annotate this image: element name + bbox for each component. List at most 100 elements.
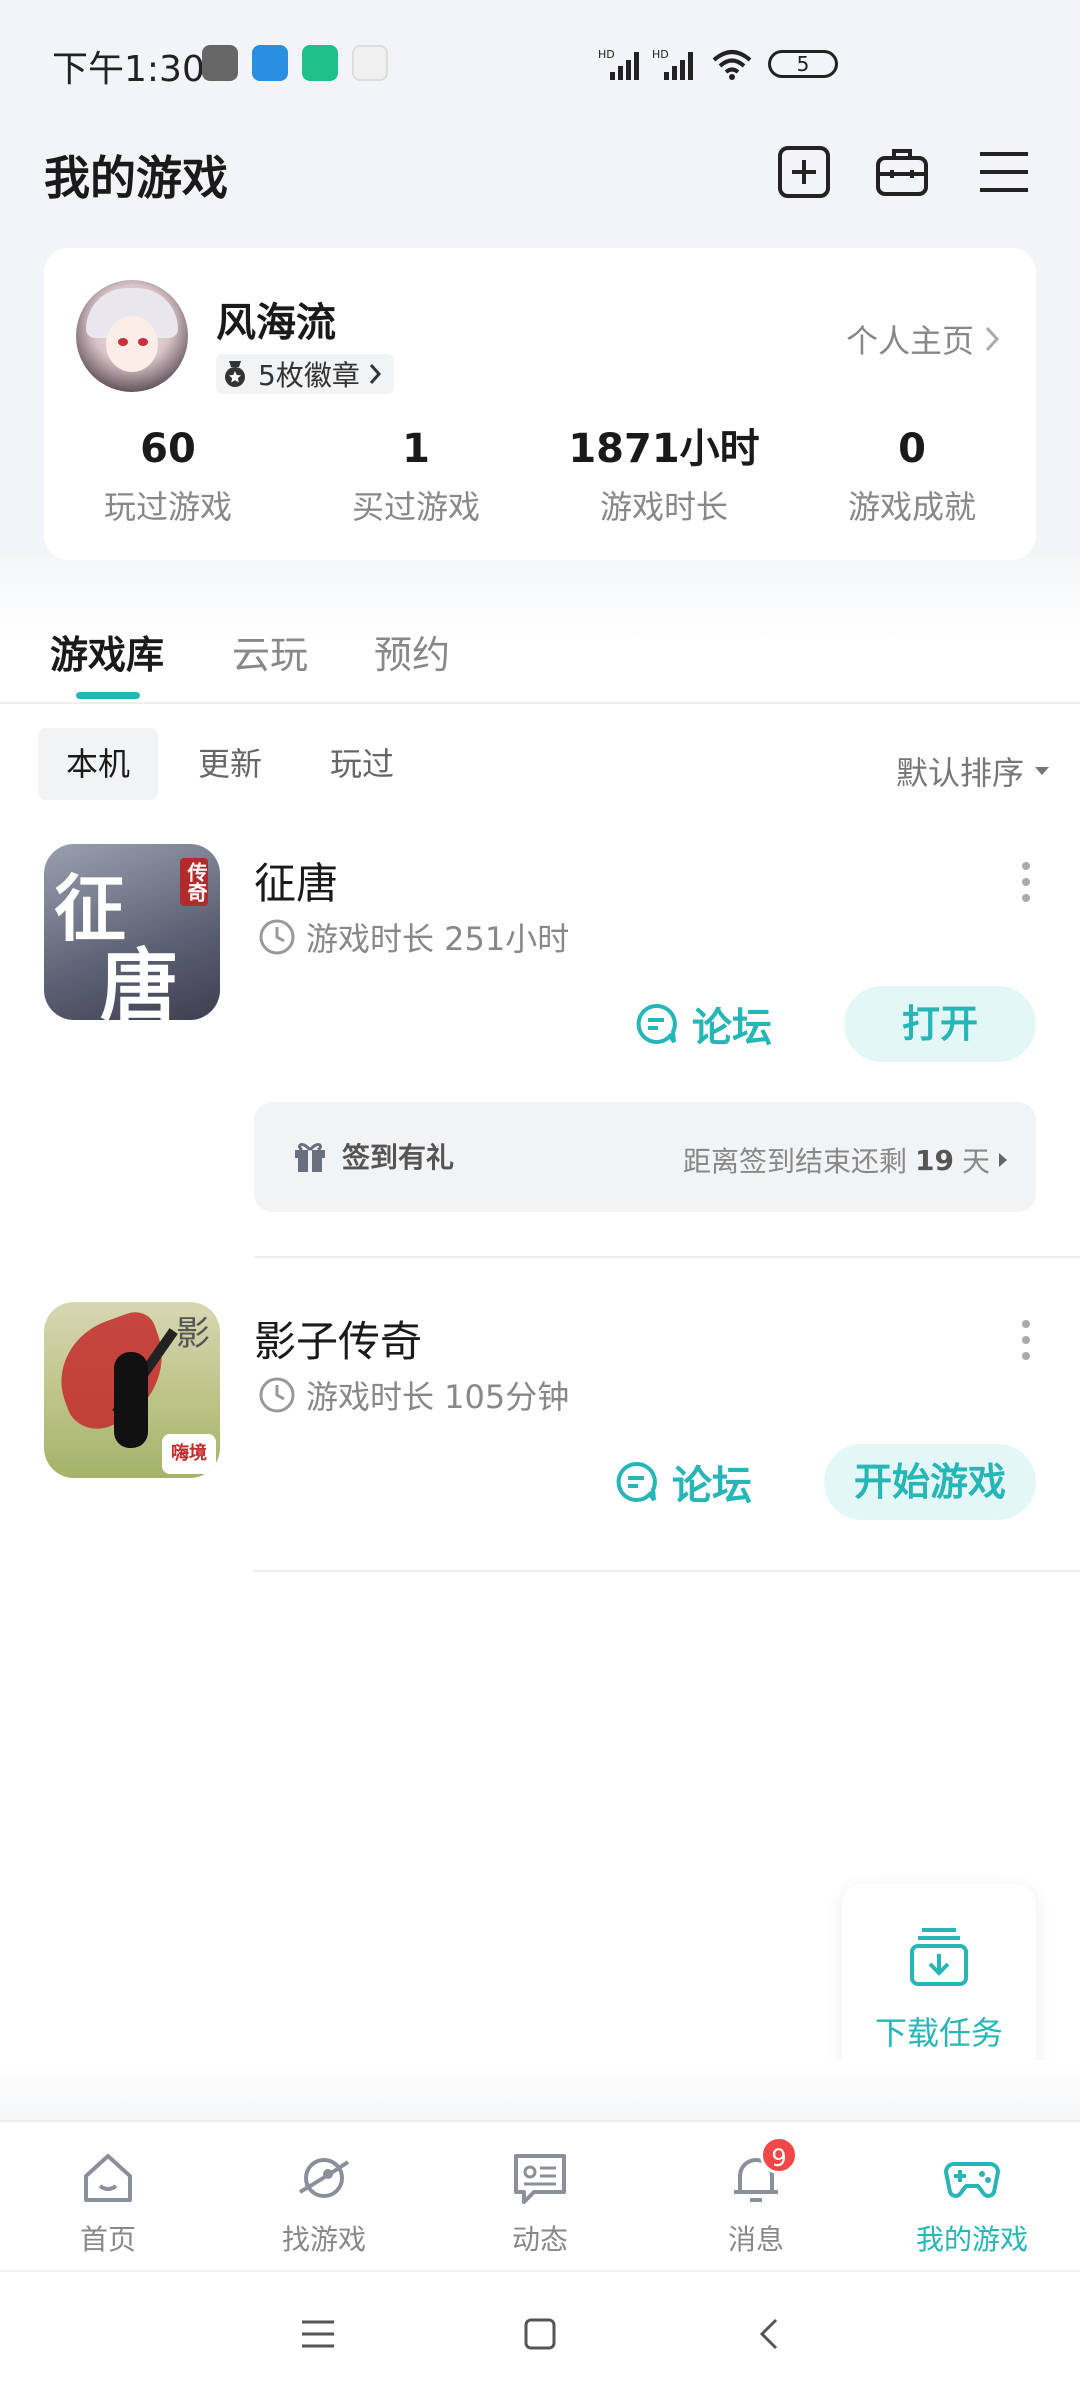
add-game-icon[interactable] <box>776 144 832 200</box>
signin-label-group: 签到有礼 <box>292 1136 454 1176</box>
gamepad-icon <box>944 2162 1000 2198</box>
forum-label: 论坛 <box>692 1005 772 1051</box>
menu-icon[interactable] <box>976 144 1032 200</box>
nav-shadow <box>0 2060 1080 2120</box>
username: 风海流 <box>216 300 336 346</box>
stat-play-time[interactable]: 1871小时 游戏时长 <box>540 424 788 534</box>
signin-label: 签到有礼 <box>342 1141 455 1174</box>
game-playtime: 游戏时长 105分钟 <box>258 1372 569 1418</box>
forum-label: 论坛 <box>672 1463 752 1509</box>
profile-stats: 60 玩过游戏 1 买过游戏 1871小时 游戏时长 0 游戏成就 <box>44 424 1036 534</box>
profile-page-link[interactable]: 个人主页 <box>846 316 1000 362</box>
signin-remaining: 距离签到结束还剩 19 天 <box>683 1140 1008 1180</box>
stat-value: 1 <box>402 426 430 472</box>
status-time: 下午1:30 <box>52 49 205 90</box>
download-tasks-button[interactable]: 下载任务 <box>842 1884 1036 2076</box>
filter-played[interactable]: 玩过 <box>302 728 422 800</box>
home-button-icon[interactable] <box>522 2316 558 2352</box>
stat-value: 0 <box>898 426 926 472</box>
game-icon-logo: 嗨境 <box>162 1434 216 1474</box>
nav-home[interactable]: 首页 <box>0 2122 216 2270</box>
forum-icon <box>616 1462 657 1502</box>
stat-label: 玩过游戏 <box>103 488 232 526</box>
message-card-icon <box>514 2154 566 2204</box>
tab-reservations[interactable]: 预约 <box>374 624 450 679</box>
profile-card[interactable]: 风海流 5枚徽章 个人主页 60 玩过游戏 1 买过游戏 1871小时 游戏时长… <box>44 248 1036 560</box>
playtime-text: 游戏时长 251小时 <box>306 920 570 958</box>
download-tray-icon <box>910 1928 968 1986</box>
open-game-button[interactable]: 打开 <box>844 986 1036 1062</box>
nav-find-games[interactable]: 找游戏 <box>216 2122 432 2270</box>
forum-button[interactable]: 论坛 <box>614 1444 752 1520</box>
game-name[interactable]: 影子传奇 <box>254 1308 422 1369</box>
clock-icon <box>259 919 295 955</box>
list-divider <box>254 1256 1080 1258</box>
app-notification-icon <box>252 45 288 81</box>
sort-dropdown[interactable]: 默认排序 <box>896 748 1050 794</box>
game-icon-text: 唐 <box>100 941 179 1020</box>
unread-badge: 9 <box>760 2136 798 2174</box>
home-icon <box>84 2154 132 2202</box>
svg-text:HD: HD <box>598 48 615 61</box>
nav-messages[interactable]: 9 消息 <box>648 2122 864 2270</box>
caret-right-icon <box>999 1153 1007 1167</box>
nav-label: 找游戏 <box>281 2223 366 2256</box>
stat-label: 游戏成就 <box>847 488 976 526</box>
game-name[interactable]: 征唐 <box>254 850 338 911</box>
game-playtime: 游戏时长 251小时 <box>258 914 569 960</box>
tab-cloud-play[interactable]: 云玩 <box>232 624 308 679</box>
filter-updates[interactable]: 更新 <box>170 728 290 800</box>
system-nav-bar <box>0 2270 1080 2400</box>
gift-icon <box>295 1143 325 1172</box>
profile-link-label: 个人主页 <box>845 322 974 360</box>
stat-bought-games[interactable]: 1 买过游戏 <box>292 424 540 534</box>
forum-icon <box>636 1004 677 1044</box>
nav-label: 我的游戏 <box>915 2223 1028 2256</box>
nav-my-games[interactable]: 我的游戏 <box>864 2122 1080 2270</box>
app-notification-icon <box>202 45 238 81</box>
forum-button[interactable]: 论坛 <box>634 986 772 1062</box>
toolbox-icon[interactable] <box>874 144 930 200</box>
status-bar: 下午1:30 HD HD 5 <box>0 0 1080 120</box>
caret-down-icon <box>1035 767 1049 775</box>
nav-label: 动态 <box>511 2223 568 2256</box>
library-tabs: 游戏库 云玩 预约 <box>0 600 1080 704</box>
signin-remain-suffix: 天 <box>961 1145 990 1178</box>
stat-played-games[interactable]: 60 玩过游戏 <box>44 424 292 534</box>
download-tasks-label: 下载任务 <box>874 2014 1003 2052</box>
chevron-right-icon <box>985 326 1000 352</box>
tab-game-library[interactable]: 游戏库 <box>50 624 164 679</box>
app-notification-icon <box>302 45 338 81</box>
badges-button[interactable]: 5枚徽章 <box>216 354 394 394</box>
wifi-icon <box>712 50 752 80</box>
back-icon[interactable] <box>752 2316 788 2352</box>
app-notification-icon <box>352 45 388 81</box>
signin-reward-banner[interactable]: 签到有礼 距离签到结束还剩 19 天 <box>254 1102 1036 1212</box>
nav-feed[interactable]: 动态 <box>432 2122 648 2270</box>
stat-achievements[interactable]: 0 游戏成就 <box>788 424 1036 534</box>
active-tab-indicator <box>76 692 140 699</box>
start-game-button[interactable]: 开始游戏 <box>824 1444 1036 1520</box>
nav-label: 消息 <box>727 2223 784 2256</box>
more-options-icon[interactable] <box>1020 1316 1032 1360</box>
nav-label: 首页 <box>79 2223 136 2256</box>
clock-icon <box>259 1377 295 1413</box>
stat-label: 游戏时长 <box>599 488 728 526</box>
playtime-text: 游戏时长 105分钟 <box>306 1378 570 1416</box>
planet-icon <box>298 2158 350 2198</box>
battery-icon: 5 <box>768 50 838 78</box>
more-options-icon[interactable] <box>1020 858 1032 902</box>
svg-text:HD: HD <box>652 48 669 61</box>
stat-value: 60 <box>140 426 196 472</box>
game-icon[interactable]: 征 唐 传奇 <box>44 844 220 1020</box>
game-icon[interactable]: 影 嗨境 <box>44 1302 220 1478</box>
sort-label: 默认排序 <box>895 754 1024 792</box>
medal-icon <box>225 361 245 387</box>
stat-label: 买过游戏 <box>351 488 480 526</box>
filter-local[interactable]: 本机 <box>38 728 159 800</box>
bottom-nav: 首页 找游戏 动态 9 消息 我的游戏 <box>0 2120 1080 2270</box>
game-icon-text: 影 <box>176 1314 210 1354</box>
avatar[interactable] <box>76 280 188 392</box>
stat-value: 1871小时 <box>568 426 760 472</box>
recent-apps-icon[interactable] <box>300 2316 336 2352</box>
